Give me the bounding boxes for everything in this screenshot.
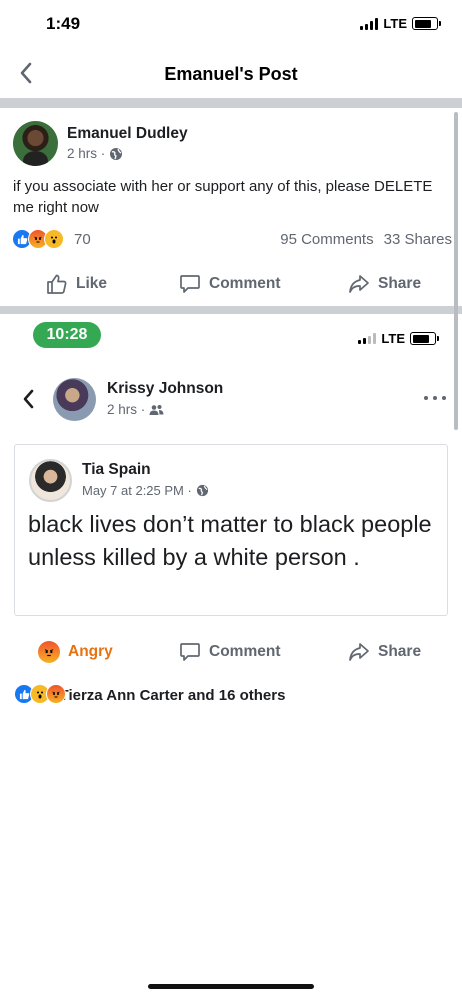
- friends-icon: [149, 404, 164, 415]
- embedded-action-bar: Angry Comment Share: [0, 630, 462, 674]
- divider: [0, 306, 462, 314]
- author-avatar[interactable]: [13, 121, 58, 166]
- share-label: Share: [378, 643, 422, 660]
- scrollbar[interactable]: [454, 112, 458, 430]
- angry-reaction-icon: [46, 684, 66, 704]
- shared-post-card: Tia Spain May 7 at 2:25 PM · black lives…: [14, 444, 448, 616]
- thumbs-up-icon: [47, 274, 67, 294]
- embedded-status-indicators: LTE: [358, 331, 439, 346]
- reaction-icons: [12, 229, 64, 249]
- comment-icon: [180, 643, 200, 661]
- comment-label: Comment: [209, 275, 281, 292]
- post-action-bar: Like Comment Share: [0, 262, 462, 306]
- battery-icon: [410, 332, 439, 345]
- embedded-post-time: 2 hrs ·: [107, 402, 146, 417]
- more-options-icon: [424, 390, 446, 406]
- signal-icon: [360, 17, 379, 30]
- status-indicators: LTE: [360, 16, 441, 31]
- battery-icon: [412, 17, 441, 30]
- like-label: Like: [76, 275, 108, 292]
- reactions-summary[interactable]: 70 95 Comments 33 Shares: [12, 229, 452, 251]
- embedded-status-time: 10:28: [33, 322, 101, 348]
- embedded-back-button: [18, 387, 38, 411]
- divider: [0, 98, 462, 108]
- author-name[interactable]: Emanuel Dudley: [67, 125, 188, 143]
- signal-icon: [358, 333, 377, 344]
- shares-count[interactable]: 33 Shares: [384, 231, 452, 248]
- angry-reaction-icon: [38, 641, 60, 663]
- reaction-icons: [14, 684, 66, 704]
- page-title: Emanuel's Post: [164, 64, 298, 84]
- network-label: LTE: [383, 16, 407, 31]
- globe-icon: [196, 484, 208, 497]
- home-indicator[interactable]: [148, 984, 314, 989]
- shared-post-time: May 7 at 2:25 PM ·: [82, 483, 192, 498]
- comments-count[interactable]: 95 Comments: [280, 231, 373, 248]
- shared-author-avatar: [29, 459, 72, 502]
- nav-bar: Emanuel's Post: [0, 48, 462, 98]
- comment-button[interactable]: Comment: [179, 262, 280, 306]
- share-icon: [349, 643, 369, 661]
- share-button[interactable]: Share: [348, 262, 421, 306]
- comment-icon: [180, 275, 200, 293]
- embedded-author-name: Krissy Johnson: [107, 380, 224, 397]
- like-button[interactable]: Like: [46, 262, 107, 306]
- chevron-left-icon: [23, 389, 34, 409]
- share-icon: [349, 275, 369, 293]
- embedded-post-meta: 2 hrs ·: [107, 402, 164, 417]
- engagement-stats: 95 Comments 33 Shares: [280, 231, 452, 248]
- status-time: 1:49: [46, 14, 81, 33]
- post-time: 2 hrs ·: [67, 146, 106, 161]
- wow-reaction-icon: [44, 229, 64, 249]
- shared-post-text: black lives don’t matter to black people…: [28, 511, 432, 570]
- angry-label: Angry: [68, 643, 113, 660]
- embedded-author-avatar: [53, 378, 96, 421]
- reaction-count: 70: [74, 231, 91, 248]
- status-bar: 1:49 LTE: [0, 0, 462, 48]
- network-label: LTE: [381, 331, 405, 346]
- share-label: Share: [378, 275, 422, 292]
- shared-author-name: Tia Spain: [82, 461, 151, 478]
- embedded-angry-button: Angry: [38, 630, 113, 674]
- comment-label: Comment: [209, 643, 281, 660]
- post-meta: 2 hrs ·: [67, 146, 123, 161]
- post-text: if you associate with her or support any…: [13, 178, 433, 216]
- embedded-reactions-summary: You, Tierza Ann Carter and 16 others: [14, 684, 285, 706]
- embedded-comment-button: Comment: [179, 630, 280, 674]
- embedded-share-button: Share: [348, 630, 421, 674]
- shared-post-meta: May 7 at 2:25 PM ·: [82, 483, 209, 498]
- globe-icon: [110, 147, 123, 160]
